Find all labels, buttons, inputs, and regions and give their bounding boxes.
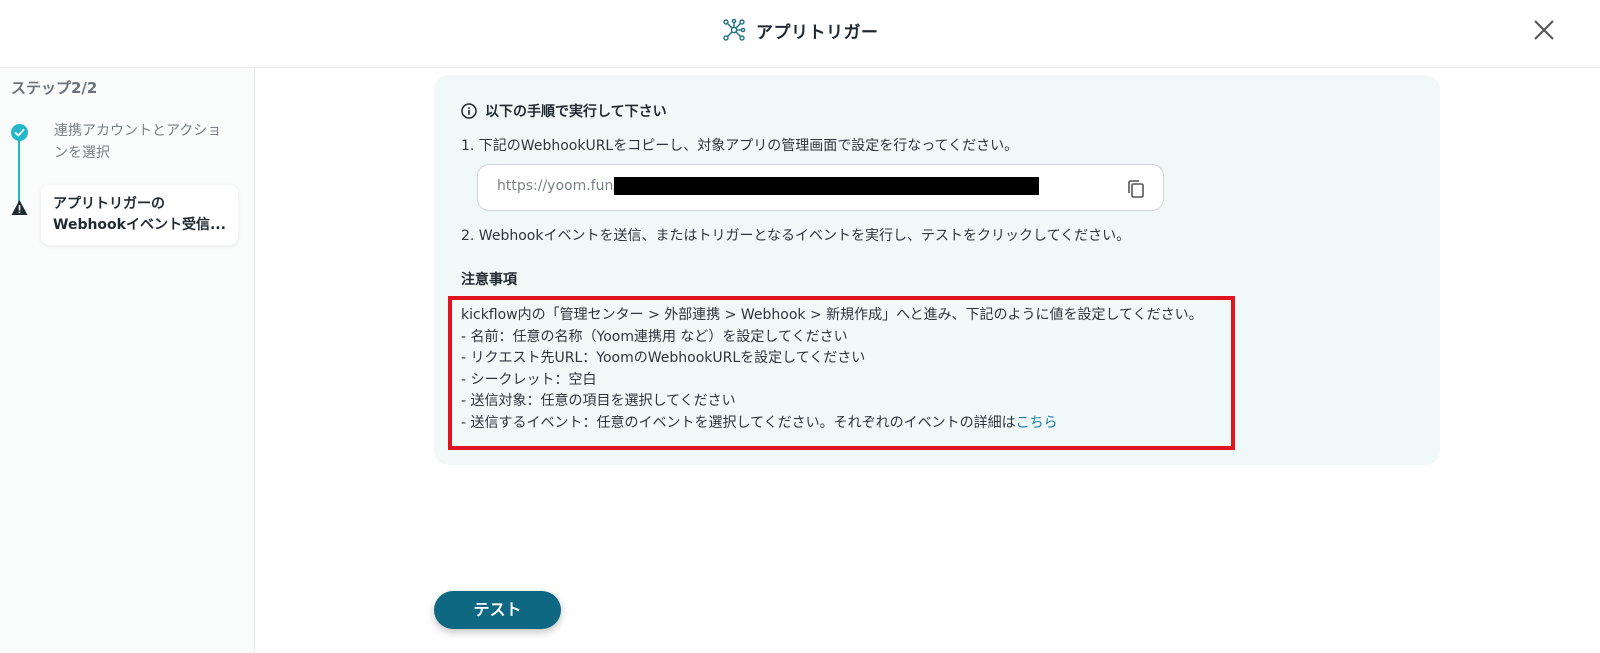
instruction-step-1: 1. 下記のWebhookURLをコピーし、対象アプリの管理画面で設定を行なって…: [461, 138, 1019, 154]
webhook-url-field[interactable]: https://yoom.fun/: [477, 164, 1164, 211]
modal-title-text: アプリトリガー: [756, 22, 879, 43]
note-line: - リクエスト先URL：YoomのWebhookURLを設定してください: [461, 350, 866, 366]
check-circle-icon: [11, 124, 28, 141]
note-line-last-text: - 送信するイベント：任意のイベントを選択してください。それぞれのイベントの詳細…: [461, 414, 1016, 431]
instruction-step-2: 2. Webhookイベントを送信、またはトリガーとなるイベントを実行し、テスト…: [461, 228, 1131, 244]
notes-highlight-box: kickflow内の「管理センター > 外部連携 > Webhook > 新規作…: [448, 296, 1235, 450]
test-button[interactable]: テスト: [434, 591, 561, 629]
details-link[interactable]: こちら: [1016, 415, 1058, 431]
note-line: kickflow内の「管理センター > 外部連携 > Webhook > 新規作…: [461, 307, 1203, 323]
note-line: - 名前：任意の名称（Yoom連携用 など）を設定してください: [461, 328, 848, 345]
note-line-last: - 送信するイベント：任意のイベントを選択してください。それぞれのイベントの詳細…: [461, 413, 1222, 435]
webhook-url-text: https://yoom.fun/: [497, 178, 619, 194]
copy-button[interactable]: [1125, 178, 1147, 200]
modal-header: アプリトリガー: [0, 0, 1600, 68]
close-button[interactable]: [1530, 16, 1558, 44]
step-counter: ステップ2/2: [11, 79, 98, 97]
sidebar-step-webhook-event[interactable]: アプリトリガーのWebhookイベント受信...: [41, 185, 238, 245]
step-progress-line: [18, 139, 20, 203]
warning-icon: [11, 200, 28, 215]
note-line: - 送信対象：任意の項目を選択してください: [461, 393, 736, 409]
instructions-title-text: 以下の手順で実行して下さい: [485, 104, 667, 120]
copy-icon: [1128, 180, 1144, 198]
close-icon: [1534, 20, 1554, 40]
instructions-title: 以下の手順で実行して下さい: [461, 101, 667, 121]
notes-heading: 注意事項: [461, 272, 517, 288]
app-trigger-network-icon: [723, 18, 746, 41]
modal-title: アプリトリガー: [722, 16, 879, 44]
note-line: - シークレット：空白: [461, 371, 597, 388]
sidebar-step-select-account[interactable]: 連携アカウントとアクションを選択: [54, 120, 234, 164]
url-redaction-bar: [614, 177, 1039, 195]
info-icon: [461, 103, 477, 119]
